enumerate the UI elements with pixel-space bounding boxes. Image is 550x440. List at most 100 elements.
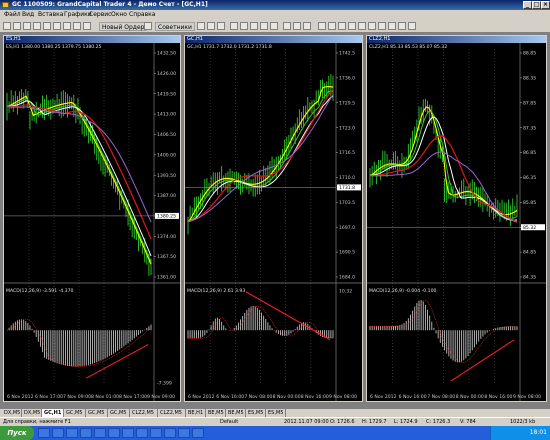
tab-chart[interactable]: BE,M5: [226, 409, 246, 417]
taskbar-app-icon[interactable]: [136, 428, 148, 438]
new-chart-icon[interactable]: [3, 22, 11, 30]
navigator-icon[interactable]: [43, 22, 51, 30]
chart-icon[interactable]: [144, 22, 152, 30]
periods-icon[interactable]: [293, 22, 301, 30]
ohlc-readout: GC,H1 1731.7 1732.0 1731.2 1731.8: [187, 44, 272, 50]
history-icon[interactable]: [83, 22, 91, 30]
taskbar-app-icon[interactable]: [80, 428, 92, 438]
price-tick-label: 85.85: [523, 200, 536, 206]
menu-insert[interactable]: Вставка: [38, 11, 63, 19]
macd-label: MACD(12,26,9) 2.61 3.93: [187, 288, 245, 294]
tab-chart[interactable]: BE,M5: [206, 409, 226, 417]
chart-window-gc[interactable]: GC,H1 GC,H1 1731.7 1732.0 1731.2 1731.8 1…: [184, 35, 363, 402]
taskbar-app-icon[interactable]: [150, 428, 162, 438]
chart-canvas[interactable]: ES,H1 1380.00 1380.25 1379.75 1380.25143…: [4, 43, 180, 401]
chart-window-clz2[interactable]: CLZ2,H1 CLZ2,H1 85.33 85.53 85.07 85.32 8…: [366, 35, 547, 402]
profiles-icon[interactable]: [13, 22, 21, 30]
ma-green-line: [6, 97, 152, 263]
market-watch-icon[interactable]: [23, 22, 31, 30]
tab-chart[interactable]: DX,M5: [2, 409, 22, 417]
taskbar-app-icon[interactable]: [66, 428, 78, 438]
candles-icon[interactable]: [207, 22, 215, 30]
label-icon[interactable]: [398, 22, 406, 30]
ma-white-line: [369, 116, 518, 221]
price-tick-label: 87.85: [523, 100, 536, 106]
data-window-icon[interactable]: [33, 22, 41, 30]
fibonacci-icon[interactable]: [378, 22, 386, 30]
tab-chart[interactable]: GC,M5: [64, 409, 86, 417]
taskbar-app-icon[interactable]: [164, 428, 176, 438]
time-tick-label: 6 Nov 2012: [7, 394, 34, 400]
price-tick-label: 1690.5: [339, 250, 355, 256]
price-tick-label: 86.35: [523, 175, 536, 181]
menu-file[interactable]: Файл: [4, 11, 21, 19]
autoscroll-icon[interactable]: [260, 22, 268, 30]
menu-help[interactable]: Справка: [129, 11, 155, 19]
taskbar-app-icon[interactable]: [38, 428, 50, 438]
price-tick-label: 1703.5: [339, 200, 355, 206]
taskbar-app-icon[interactable]: [192, 428, 204, 438]
terminal-icon[interactable]: [53, 22, 61, 30]
chart-canvas[interactable]: CLZ2,H1 85.33 85.53 85.07 85.32 88.85 88.3…: [367, 43, 546, 401]
chart-canvas[interactable]: GC,H1 1731.7 1732.0 1731.2 1731.8 1742.5 1…: [185, 43, 362, 401]
trendline-icon[interactable]: [358, 22, 366, 30]
tab-chart[interactable]: CLZ2,M5: [130, 409, 158, 417]
new-order-button[interactable]: Новый Ордер: [99, 22, 148, 31]
time-tick-label: 9 Nov 09:00: [147, 394, 175, 400]
zoom-in-icon[interactable]: [230, 22, 238, 30]
crosshair-icon[interactable]: [328, 22, 336, 30]
time-tick-label: 6 Nov 17:00: [35, 394, 63, 400]
channel-icon[interactable]: [368, 22, 376, 30]
chart-tabs: DX,M5 DX,M5 GC,H1 GC,M5 GC,M5 GC,M5 CLZ2…: [0, 408, 550, 417]
price-tick-label: 1723.0: [339, 125, 355, 131]
bar-chart-icon[interactable]: [197, 22, 205, 30]
close-button[interactable]: ×: [541, 1, 550, 9]
tab-chart[interactable]: CLZ2,M5: [158, 409, 186, 417]
cursor-icon[interactable]: [318, 22, 326, 30]
ohlc-readout: CLZ2,H1 85.33 85.53 85.07 85.32: [369, 44, 447, 50]
menu-tools[interactable]: Сервис: [89, 11, 111, 19]
arrows-icon[interactable]: [408, 22, 416, 30]
horizontal-line-icon[interactable]: [348, 22, 356, 30]
taskbar-app-icon[interactable]: [94, 428, 106, 438]
taskbar-app-icon[interactable]: [178, 428, 190, 438]
minimize-button[interactable]: _: [523, 1, 532, 9]
menu-view[interactable]: Вид: [22, 11, 34, 19]
status-datetime: 2012.11.07 09:00: [284, 419, 329, 425]
vertical-line-icon[interactable]: [338, 22, 346, 30]
expert-advisors-button[interactable]: Советники: [155, 22, 195, 31]
menu-window[interactable]: Окно: [111, 11, 127, 19]
tab-chart[interactable]: ES,M5: [266, 409, 286, 417]
chart-shift-icon[interactable]: [270, 22, 278, 30]
price-tick-label: 1419.50: [157, 91, 176, 97]
price-tick-label: 1736.0: [339, 75, 355, 81]
tab-chart-active[interactable]: GC,H1: [42, 409, 64, 417]
meta-editor-icon[interactable]: [73, 22, 81, 30]
tab-chart[interactable]: GC,M5: [86, 409, 108, 417]
zoom-out-icon[interactable]: [240, 22, 248, 30]
menu-charts[interactable]: Графики: [64, 11, 92, 19]
status-open: O: 1726.6: [330, 419, 355, 425]
indicators-icon[interactable]: [283, 22, 291, 30]
chart-window-es[interactable]: ES,H1 ES,H1 1380.00 1380.25 1379.75 1380…: [3, 35, 181, 402]
taskbar-app-icon[interactable]: [122, 428, 134, 438]
text-icon[interactable]: [388, 22, 396, 30]
taskbar-app-icon[interactable]: [108, 428, 120, 438]
tab-chart[interactable]: GC,M5: [108, 409, 130, 417]
start-button[interactable]: Пуск: [0, 426, 34, 440]
workspace: ES,H1 ES,H1 1380.00 1380.25 1379.75 1380…: [0, 33, 550, 408]
time-tick-label: 8 Nov 01:00: [91, 394, 119, 400]
tile-icon[interactable]: [250, 22, 258, 30]
line-chart-icon[interactable]: [217, 22, 225, 30]
tab-chart[interactable]: DX,M5: [22, 409, 42, 417]
price-tick-label: 1400.00: [157, 152, 176, 158]
tab-chart[interactable]: BE,H1: [186, 409, 206, 417]
taskbar-app-icon[interactable]: [52, 428, 64, 438]
chart-window-title: ES,H1: [4, 36, 180, 43]
macd-label: MACD(12,26,9) -3.591 -4.370: [6, 288, 74, 294]
maximize-button[interactable]: □: [532, 1, 541, 9]
tab-chart[interactable]: ES,M5: [246, 409, 266, 417]
templates-icon[interactable]: [303, 22, 311, 30]
strategy-tester-icon[interactable]: [63, 22, 71, 30]
price-tick-label: 88.35: [523, 75, 536, 81]
